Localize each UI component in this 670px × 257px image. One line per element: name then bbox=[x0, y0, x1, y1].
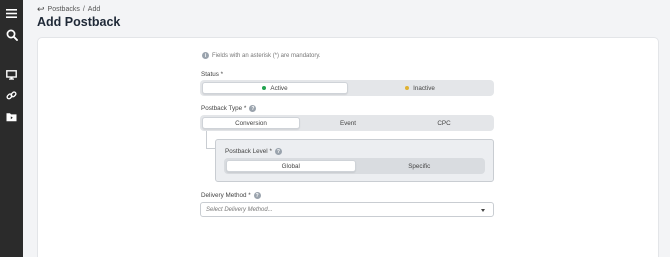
help-icon[interactable]: ? bbox=[274, 148, 282, 155]
connector-line bbox=[206, 148, 215, 149]
help-icon[interactable]: ? bbox=[253, 192, 261, 199]
status-option-active-label: Active bbox=[270, 84, 288, 92]
postback-type-label: Postback Type * ? bbox=[201, 105, 257, 112]
monitor-icon[interactable] bbox=[4, 67, 19, 82]
postback-type-option-event[interactable]: Event bbox=[300, 117, 396, 129]
mandatory-note-text: Fields with an asterisk (*) are mandator… bbox=[212, 52, 321, 59]
postback-type-label-text: Postback Type * bbox=[201, 105, 247, 112]
postback-level-option-specific[interactable]: Specific bbox=[356, 160, 484, 172]
active-status-dot-icon bbox=[262, 86, 267, 90]
back-arrow-icon[interactable]: ↩ bbox=[37, 5, 45, 14]
postback-type-event-label: Event bbox=[339, 119, 357, 127]
breadcrumb-current: Add bbox=[87, 6, 101, 13]
breadcrumb-parent[interactable]: Postbacks bbox=[48, 6, 80, 13]
postback-level-label: Postback Level * ? bbox=[225, 148, 282, 155]
postback-type-conversion-label: Conversion bbox=[235, 119, 267, 127]
status-option-active[interactable]: Active bbox=[202, 82, 348, 94]
delivery-method-placeholder: Select Delivery Method... bbox=[206, 206, 273, 213]
status-option-inactive-label: Inactive bbox=[413, 84, 435, 92]
info-icon: i bbox=[202, 52, 209, 59]
status-option-inactive[interactable]: Inactive bbox=[348, 82, 492, 94]
menu-icon[interactable] bbox=[4, 6, 19, 21]
postback-level-toggle: Global Specific bbox=[224, 158, 485, 174]
delivery-method-select[interactable]: Select Delivery Method... bbox=[200, 202, 494, 217]
chevron-down-icon bbox=[481, 209, 485, 212]
breadcrumb-separator: / bbox=[82, 6, 85, 13]
status-label: Status * bbox=[201, 71, 223, 78]
breadcrumb: ↩ Postbacks / Add bbox=[37, 5, 101, 14]
mandatory-note: i Fields with an asterisk (*) are mandat… bbox=[202, 52, 321, 59]
postback-type-cpc-label: CPC bbox=[437, 119, 451, 127]
delivery-method-label-text: Delivery Method * bbox=[201, 192, 251, 199]
postback-level-global-label: Global bbox=[281, 162, 300, 170]
status-toggle: Active Inactive bbox=[200, 80, 494, 96]
connector-line bbox=[206, 131, 207, 148]
postback-level-label-text: Postback Level * bbox=[225, 148, 272, 155]
page-title: Add Postback bbox=[37, 15, 121, 29]
folder-icon[interactable] bbox=[4, 109, 19, 124]
postback-level-specific-label: Specific bbox=[408, 162, 431, 170]
sidebar bbox=[0, 0, 23, 257]
link-icon[interactable] bbox=[4, 88, 19, 103]
postback-type-toggle: Conversion Event CPC bbox=[200, 115, 494, 131]
help-icon[interactable]: ? bbox=[249, 105, 257, 112]
inactive-status-dot-icon bbox=[405, 86, 410, 90]
postback-level-option-global[interactable]: Global bbox=[226, 160, 356, 172]
search-icon[interactable] bbox=[4, 27, 19, 42]
postback-type-option-cpc[interactable]: CPC bbox=[396, 117, 492, 129]
delivery-method-label: Delivery Method * ? bbox=[201, 192, 261, 199]
status-label-text: Status * bbox=[201, 71, 224, 78]
postback-type-option-conversion[interactable]: Conversion bbox=[202, 117, 300, 129]
